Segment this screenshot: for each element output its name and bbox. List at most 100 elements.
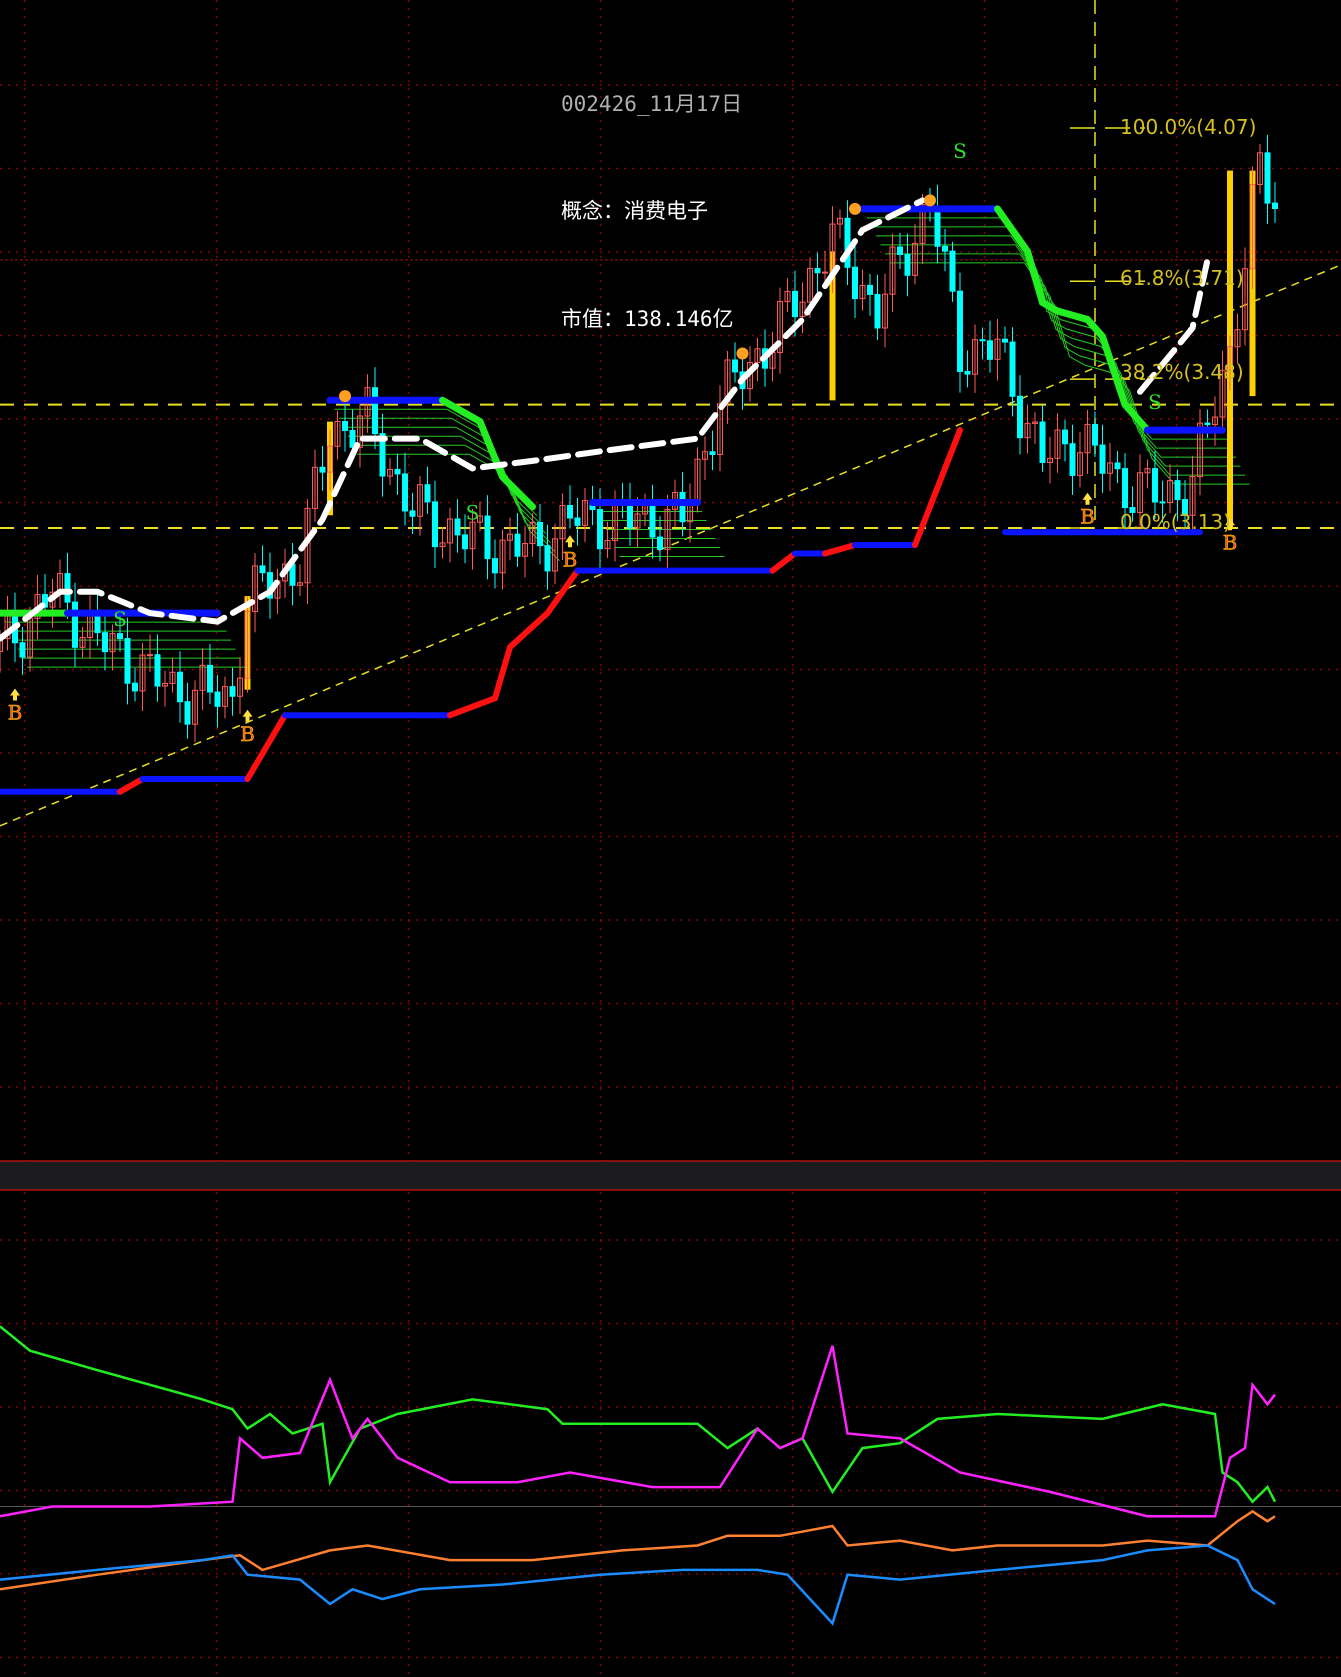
candle-down xyxy=(402,473,408,512)
candle-down xyxy=(229,686,236,697)
candle-down xyxy=(409,510,416,517)
candle-down xyxy=(319,466,326,473)
buy-signal-label: B xyxy=(8,700,23,724)
candle-down xyxy=(342,420,348,431)
candle-down xyxy=(1264,152,1271,204)
candle-down xyxy=(1272,202,1278,209)
signal-markers: BBBBBSSSS xyxy=(7,139,1237,746)
overlay-lines xyxy=(0,197,1226,795)
candle-down xyxy=(1069,443,1076,476)
candle-down xyxy=(814,268,821,274)
candle-down xyxy=(484,515,491,560)
candle-down xyxy=(454,518,461,536)
candle-down xyxy=(537,522,543,547)
candle-down xyxy=(207,664,213,693)
candle-down xyxy=(1039,421,1046,464)
candle-down xyxy=(867,284,873,295)
candle-down xyxy=(177,671,183,703)
candle-down xyxy=(154,654,161,687)
stock-chart: BBBBBSSSS xyxy=(0,0,1341,1677)
candle-down xyxy=(1062,429,1068,445)
candle-down xyxy=(1174,480,1181,501)
candle-down xyxy=(792,290,798,318)
bulb-icon xyxy=(339,390,351,403)
buy-signal-label: B xyxy=(240,722,255,746)
candle-down xyxy=(259,565,266,574)
up-arrow-icon xyxy=(242,709,253,722)
candle-down xyxy=(372,387,378,435)
candle-down xyxy=(1122,468,1128,509)
bulb-icon xyxy=(849,202,861,215)
candle-down xyxy=(709,451,716,456)
candle-down xyxy=(897,246,903,255)
sell-signal-label: S xyxy=(466,500,480,524)
candle-down xyxy=(132,682,138,692)
candle-up xyxy=(147,654,153,657)
candle-down xyxy=(874,293,881,329)
indicator-line-green xyxy=(0,1325,1277,1504)
candle-down xyxy=(627,503,633,529)
candle-down xyxy=(597,509,603,550)
candle-down xyxy=(1114,462,1121,470)
candle-down xyxy=(544,545,551,572)
candle-down xyxy=(102,632,108,653)
sell-signal-label: S xyxy=(953,139,967,163)
candle-down xyxy=(574,517,581,526)
candle-down xyxy=(732,359,738,373)
buy-signal-label: B xyxy=(1080,505,1095,529)
candle-down xyxy=(124,638,131,684)
candle-down xyxy=(19,642,26,658)
candle-down xyxy=(72,601,78,648)
candle-down xyxy=(424,484,431,503)
market-cap-label: 市值：138.146亿 xyxy=(561,307,734,331)
candle-down xyxy=(394,468,401,475)
grid-lines xyxy=(0,0,1341,1677)
fib-level-61-8: 61.8%(3.71) xyxy=(1120,266,1244,290)
candle-down xyxy=(949,250,956,292)
candle-down xyxy=(942,245,948,252)
candle-up xyxy=(822,271,828,274)
candle-down xyxy=(649,503,656,538)
candle-down xyxy=(117,633,123,640)
resistance-line-green xyxy=(439,396,536,511)
candle-down xyxy=(462,534,468,550)
fib-level-0: 0.0%(3.13) xyxy=(1120,510,1231,534)
candle-down xyxy=(567,504,573,519)
bulb-icon xyxy=(736,347,749,360)
candle-down xyxy=(679,491,686,523)
bulb-icon xyxy=(924,194,936,207)
candle-down xyxy=(184,701,191,725)
candle-down xyxy=(64,573,71,603)
fib-level-38-2: 38.2%(3.48) xyxy=(1120,360,1244,384)
candle-down xyxy=(987,340,993,360)
candle-down xyxy=(979,339,986,342)
support-line-red xyxy=(117,776,146,795)
support-line-red xyxy=(769,550,798,574)
candle-down xyxy=(1152,468,1158,503)
buy-signal-label: B xyxy=(563,547,578,571)
candle-down xyxy=(214,691,221,707)
sell-signal-label: S xyxy=(113,607,127,631)
stock-code-date: 002426_11月17日 xyxy=(561,92,743,116)
candle-down xyxy=(432,501,438,548)
candle-down xyxy=(1017,395,1023,439)
indicator-line-blue xyxy=(0,1544,1276,1626)
candle-down xyxy=(1002,338,1008,343)
up-arrow-icon xyxy=(1082,492,1093,505)
candle-down xyxy=(1099,444,1106,474)
support-line-red xyxy=(822,542,858,557)
candle-down xyxy=(1009,341,1016,397)
candle-down xyxy=(514,533,521,557)
candle-down xyxy=(964,370,971,375)
fib-level-100: 100.0%(4.07) xyxy=(1120,115,1257,139)
candle-down xyxy=(1092,423,1098,446)
candle-down xyxy=(657,536,663,550)
candle-down xyxy=(904,253,911,276)
candle-down xyxy=(852,266,858,300)
indicator-line-magenta xyxy=(0,1345,1276,1518)
candle-down xyxy=(957,290,963,372)
sell-signal-label: S xyxy=(1148,390,1162,414)
candle-down xyxy=(1159,501,1166,504)
panel-separator[interactable] xyxy=(0,1161,1341,1190)
up-arrow-icon xyxy=(10,688,20,701)
